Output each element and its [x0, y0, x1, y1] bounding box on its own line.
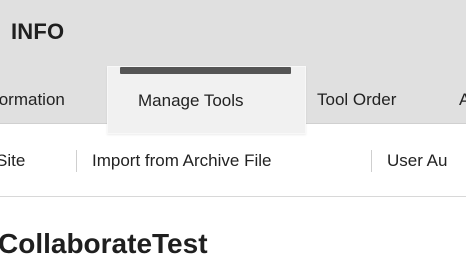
subtab-user-audit[interactable]: User Au [387, 140, 447, 182]
page: INFO formation Tool Order A Manage Tools… [0, 0, 466, 264]
site-title: CollaborateTest [0, 228, 208, 259]
page-heading: INFO [11, 19, 65, 44]
tab-manage-tools[interactable]: Manage Tools [107, 66, 306, 134]
subtab-site[interactable]: Site [0, 140, 25, 182]
subtab-import-archive[interactable]: Import from Archive File [92, 140, 272, 182]
subtab-separator [0, 196, 466, 197]
tab-tool-order[interactable]: Tool Order [317, 80, 396, 120]
active-tab-indicator [120, 67, 291, 74]
subtabs: Site Import from Archive File User Au [0, 140, 466, 182]
tab-site-information[interactable]: formation [0, 80, 111, 120]
tab-truncated[interactable]: A [459, 80, 466, 120]
subtab-divider [76, 150, 77, 172]
tab-manage-tools-label: Manage Tools [138, 91, 244, 110]
subtab-divider [371, 150, 372, 172]
